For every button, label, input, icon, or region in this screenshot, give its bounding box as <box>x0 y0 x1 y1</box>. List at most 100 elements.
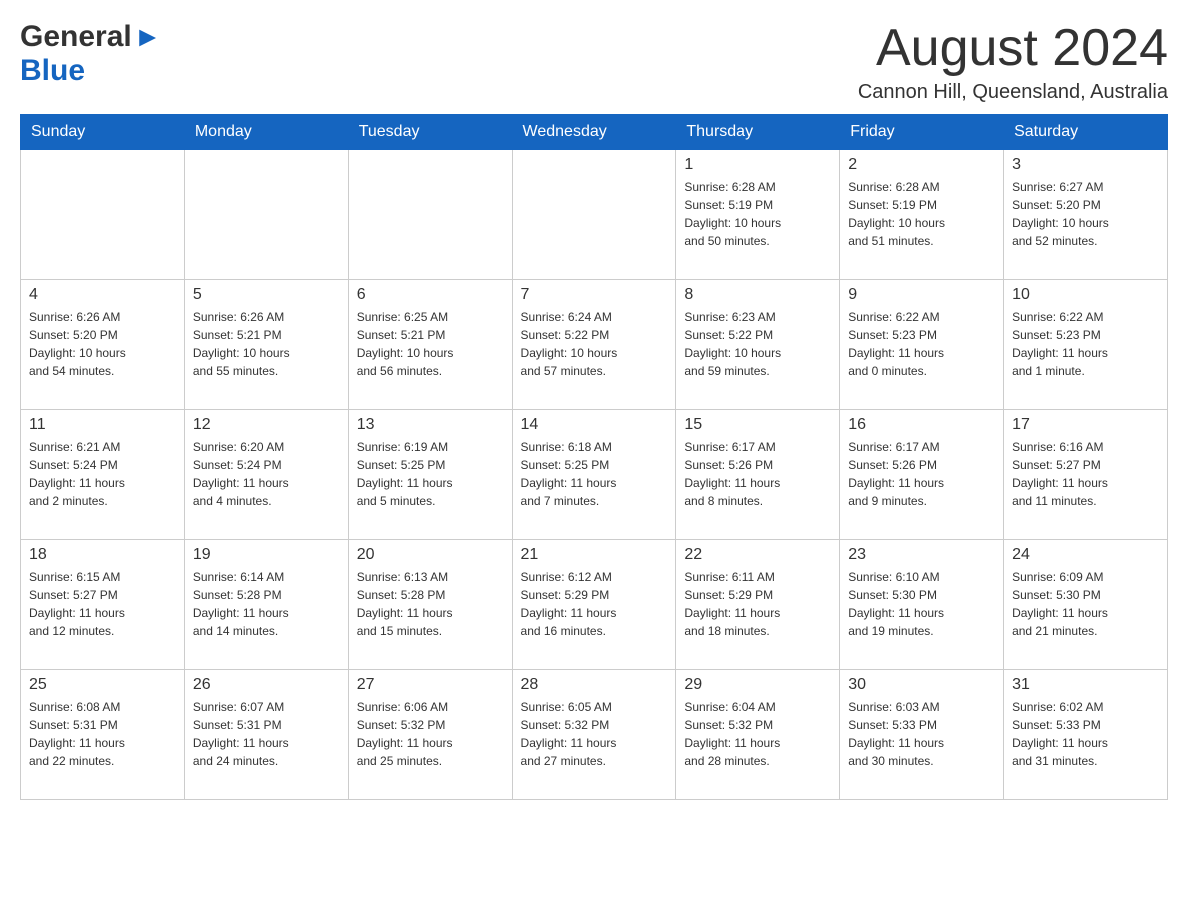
day-info: Sunrise: 6:15 AMSunset: 5:27 PMDaylight:… <box>29 568 176 640</box>
calendar-day-cell: 22Sunrise: 6:11 AMSunset: 5:29 PMDayligh… <box>676 540 840 670</box>
calendar-day-cell: 7 Sunrise: 6:24 AMSunset: 5:22 PMDaylight… <box>512 280 676 410</box>
location-title: Cannon Hill, Queensland, Australia <box>858 81 1168 104</box>
calendar-week-row: 25 Sunrise: 6:08 AMSunset: 5:31 PMDayligh… <box>21 670 1168 800</box>
calendar-day-cell: 2 Sunrise: 6:28 AMSunset: 5:19 PMDaylight… <box>840 150 1004 280</box>
calendar-day-cell: 30 Sunrise: 6:03 AMSunset: 5:33 PMDayligh… <box>840 670 1004 800</box>
day-info: Sunrise: 6:11 AMSunset: 5:29 PMDaylight:… <box>684 568 831 640</box>
page-header: General ► Blue August 2024 Cannon Hill, … <box>20 20 1168 104</box>
calendar-day-header: Thursday <box>676 115 840 150</box>
day-info: Sunrise: 6:20 AMSunset: 5:24 PMDaylight:… <box>193 438 340 510</box>
day-info: Sunrise: 6:06 AMSunset: 5:32 PMDaylight:… <box>357 698 504 770</box>
day-number: 30 <box>848 676 995 694</box>
calendar-week-row: 11 Sunrise: 6:21 AMSunset: 5:24 PMDayligh… <box>21 410 1168 540</box>
calendar-week-row: 4 Sunrise: 6:26 AMSunset: 5:20 PMDaylight… <box>21 280 1168 410</box>
day-info: Sunrise: 6:10 AMSunset: 5:30 PMDaylight:… <box>848 568 995 640</box>
day-info: Sunrise: 6:22 AMSunset: 5:23 PMDaylight:… <box>1012 308 1159 380</box>
calendar-day-cell: 27Sunrise: 6:06 AMSunset: 5:32 PMDayligh… <box>348 670 512 800</box>
title-block: August 2024 Cannon Hill, Queensland, Aus… <box>858 20 1168 104</box>
day-number: 16 <box>848 416 995 434</box>
day-info: Sunrise: 6:17 AMSunset: 5:26 PMDaylight:… <box>848 438 995 510</box>
day-info: Sunrise: 6:14 AMSunset: 5:28 PMDaylight:… <box>193 568 340 640</box>
day-info: Sunrise: 6:28 AMSunset: 5:19 PMDaylight:… <box>684 178 831 250</box>
day-info: Sunrise: 6:26 AMSunset: 5:21 PMDaylight:… <box>193 308 340 380</box>
day-number: 26 <box>193 676 340 694</box>
day-info: Sunrise: 6:26 AMSunset: 5:20 PMDaylight:… <box>29 308 176 380</box>
day-number: 19 <box>193 546 340 564</box>
calendar-table: SundayMondayTuesdayWednesdayThursdayFrid… <box>20 114 1168 800</box>
day-info: Sunrise: 6:09 AMSunset: 5:30 PMDaylight:… <box>1012 568 1159 640</box>
logo-blue-text: Blue <box>20 54 85 87</box>
calendar-day-cell: 23Sunrise: 6:10 AMSunset: 5:30 PMDayligh… <box>840 540 1004 670</box>
calendar-day-cell <box>348 150 512 280</box>
day-number: 28 <box>521 676 668 694</box>
day-info: Sunrise: 6:18 AMSunset: 5:25 PMDaylight:… <box>521 438 668 510</box>
day-info: Sunrise: 6:23 AMSunset: 5:22 PMDaylight:… <box>684 308 831 380</box>
day-number: 17 <box>1012 416 1159 434</box>
calendar-day-cell: 9Sunrise: 6:22 AMSunset: 5:23 PMDaylight… <box>840 280 1004 410</box>
calendar-day-cell: 15 Sunrise: 6:17 AMSunset: 5:26 PMDayligh… <box>676 410 840 540</box>
calendar-day-cell: 10 Sunrise: 6:22 AMSunset: 5:23 PMDayligh… <box>1004 280 1168 410</box>
calendar-day-cell: 21 Sunrise: 6:12 AMSunset: 5:29 PMDayligh… <box>512 540 676 670</box>
day-number: 31 <box>1012 676 1159 694</box>
calendar-day-cell: 25 Sunrise: 6:08 AMSunset: 5:31 PMDayligh… <box>21 670 185 800</box>
calendar-day-cell <box>512 150 676 280</box>
calendar-day-cell: 4 Sunrise: 6:26 AMSunset: 5:20 PMDaylight… <box>21 280 185 410</box>
day-info: Sunrise: 6:13 AMSunset: 5:28 PMDaylight:… <box>357 568 504 640</box>
day-info: Sunrise: 6:07 AMSunset: 5:31 PMDaylight:… <box>193 698 340 770</box>
day-info: Sunrise: 6:24 AMSunset: 5:22 PMDaylight:… <box>521 308 668 380</box>
day-number: 13 <box>357 416 504 434</box>
day-info: Sunrise: 6:21 AMSunset: 5:24 PMDaylight:… <box>29 438 176 510</box>
day-number: 21 <box>521 546 668 564</box>
day-info: Sunrise: 6:12 AMSunset: 5:29 PMDaylight:… <box>521 568 668 640</box>
day-number: 4 <box>29 286 176 304</box>
calendar-day-cell: 12Sunrise: 6:20 AMSunset: 5:24 PMDayligh… <box>184 410 348 540</box>
day-number: 9 <box>848 286 995 304</box>
calendar-day-cell: 20 Sunrise: 6:13 AMSunset: 5:28 PMDayligh… <box>348 540 512 670</box>
calendar-week-row: 1Sunrise: 6:28 AMSunset: 5:19 PMDaylight… <box>21 150 1168 280</box>
day-number: 15 <box>684 416 831 434</box>
day-number: 14 <box>521 416 668 434</box>
day-number: 8 <box>684 286 831 304</box>
day-info: Sunrise: 6:27 AMSunset: 5:20 PMDaylight:… <box>1012 178 1159 250</box>
calendar-day-cell: 19 Sunrise: 6:14 AMSunset: 5:28 PMDayligh… <box>184 540 348 670</box>
calendar-day-cell: 6Sunrise: 6:25 AMSunset: 5:21 PMDaylight… <box>348 280 512 410</box>
day-info: Sunrise: 6:28 AMSunset: 5:19 PMDaylight:… <box>848 178 995 250</box>
calendar-header-row: SundayMondayTuesdayWednesdayThursdayFrid… <box>21 115 1168 150</box>
calendar-week-row: 18Sunrise: 6:15 AMSunset: 5:27 PMDayligh… <box>21 540 1168 670</box>
day-number: 6 <box>357 286 504 304</box>
day-number: 11 <box>29 416 176 434</box>
calendar-day-cell: 31Sunrise: 6:02 AMSunset: 5:33 PMDayligh… <box>1004 670 1168 800</box>
logo: General ► Blue <box>20 20 161 88</box>
day-number: 3 <box>1012 156 1159 174</box>
day-info: Sunrise: 6:17 AMSunset: 5:26 PMDaylight:… <box>684 438 831 510</box>
calendar-day-cell: 18Sunrise: 6:15 AMSunset: 5:27 PMDayligh… <box>21 540 185 670</box>
calendar-day-cell: 17 Sunrise: 6:16 AMSunset: 5:27 PMDayligh… <box>1004 410 1168 540</box>
calendar-day-header: Tuesday <box>348 115 512 150</box>
day-info: Sunrise: 6:05 AMSunset: 5:32 PMDaylight:… <box>521 698 668 770</box>
calendar-day-header: Monday <box>184 115 348 150</box>
day-number: 10 <box>1012 286 1159 304</box>
calendar-day-cell: 13 Sunrise: 6:19 AMSunset: 5:25 PMDayligh… <box>348 410 512 540</box>
day-number: 24 <box>1012 546 1159 564</box>
day-number: 20 <box>357 546 504 564</box>
day-info: Sunrise: 6:16 AMSunset: 5:27 PMDaylight:… <box>1012 438 1159 510</box>
day-number: 29 <box>684 676 831 694</box>
calendar-day-cell: 5 Sunrise: 6:26 AMSunset: 5:21 PMDaylight… <box>184 280 348 410</box>
calendar-day-cell: 29 Sunrise: 6:04 AMSunset: 5:32 PMDayligh… <box>676 670 840 800</box>
calendar-day-header: Friday <box>840 115 1004 150</box>
calendar-day-cell <box>184 150 348 280</box>
calendar-day-cell: 11 Sunrise: 6:21 AMSunset: 5:24 PMDayligh… <box>21 410 185 540</box>
day-number: 2 <box>848 156 995 174</box>
day-number: 5 <box>193 286 340 304</box>
day-info: Sunrise: 6:04 AMSunset: 5:32 PMDaylight:… <box>684 698 831 770</box>
day-number: 7 <box>521 286 668 304</box>
calendar-day-cell: 1Sunrise: 6:28 AMSunset: 5:19 PMDaylight… <box>676 150 840 280</box>
calendar-day-cell: 14 Sunrise: 6:18 AMSunset: 5:25 PMDayligh… <box>512 410 676 540</box>
day-info: Sunrise: 6:03 AMSunset: 5:33 PMDaylight:… <box>848 698 995 770</box>
day-info: Sunrise: 6:19 AMSunset: 5:25 PMDaylight:… <box>357 438 504 510</box>
logo-arrow-icon: ► <box>134 21 162 53</box>
calendar-day-header: Wednesday <box>512 115 676 150</box>
day-number: 25 <box>29 676 176 694</box>
day-info: Sunrise: 6:08 AMSunset: 5:31 PMDaylight:… <box>29 698 176 770</box>
calendar-day-cell: 3 Sunrise: 6:27 AMSunset: 5:20 PMDaylight… <box>1004 150 1168 280</box>
